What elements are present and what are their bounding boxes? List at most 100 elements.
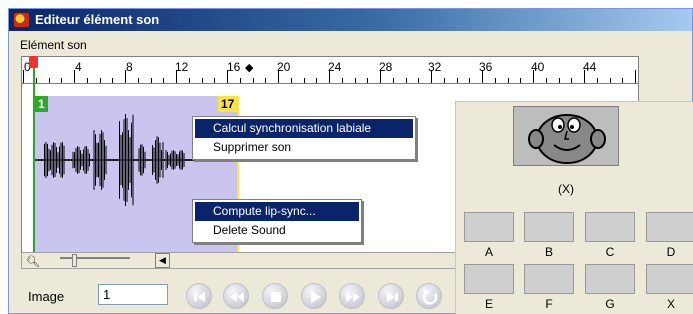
ruler-tick bbox=[545, 78, 547, 83]
ruler-tick bbox=[23, 70, 24, 83]
ruler-tick bbox=[112, 78, 114, 83]
stop-icon bbox=[271, 292, 281, 302]
ruler-tick bbox=[201, 78, 203, 83]
ruler-tick bbox=[520, 78, 522, 83]
ruler-tick bbox=[227, 70, 228, 83]
viseme-thumb-c[interactable] bbox=[585, 212, 635, 242]
viseme-label: C bbox=[605, 245, 615, 259]
ruler-tick bbox=[354, 78, 356, 83]
ruler-tick bbox=[571, 78, 573, 83]
menu-item-compute-lipsync-fr[interactable]: Calcul synchronisation labiale bbox=[195, 119, 413, 138]
ruler-tick bbox=[86, 78, 88, 83]
fast-forward-button[interactable] bbox=[339, 283, 365, 309]
start-frame-flag: 1 bbox=[35, 96, 48, 112]
ruler-tick bbox=[431, 70, 432, 83]
viseme-label: B bbox=[544, 245, 553, 259]
viseme-thumb-x[interactable] bbox=[646, 264, 693, 294]
ruler-tick bbox=[443, 78, 445, 83]
cartoon-face-icon bbox=[528, 114, 606, 164]
zoom-slider[interactable] bbox=[60, 257, 130, 265]
viseme-thumb-a[interactable] bbox=[464, 212, 514, 242]
zoom-slider-knob[interactable] bbox=[72, 254, 77, 267]
zoom-scroll-bar: 🔍︎ ◀ bbox=[21, 252, 461, 269]
ruler-tick bbox=[163, 78, 165, 83]
playhead-handle[interactable] bbox=[29, 56, 38, 68]
go-start-icon bbox=[194, 292, 205, 302]
ruler-tick bbox=[367, 78, 369, 83]
go-start-button[interactable] bbox=[186, 283, 212, 309]
ruler-label: 16 bbox=[227, 60, 241, 74]
title-bar: Editeur élément son bbox=[9, 9, 692, 31]
ruler-tick bbox=[456, 78, 458, 83]
ruler-tick bbox=[125, 70, 126, 83]
ruler-tick bbox=[35, 78, 37, 83]
play-icon bbox=[311, 291, 321, 303]
ruler-tick bbox=[494, 78, 496, 83]
ruler-label: 36 bbox=[479, 60, 493, 74]
ruler-tick bbox=[48, 78, 50, 83]
ruler-tick bbox=[507, 78, 509, 83]
ruler-label: 44 bbox=[583, 60, 597, 74]
ruler-tick bbox=[329, 70, 330, 83]
go-end-button[interactable] bbox=[378, 283, 404, 309]
go-end-icon bbox=[387, 292, 398, 302]
section-label: Elément son bbox=[20, 38, 87, 52]
ruler-tick bbox=[558, 78, 560, 83]
ruler-tick bbox=[150, 78, 152, 83]
ruler-label: 28 bbox=[379, 60, 393, 74]
viseme-label: X bbox=[666, 297, 675, 311]
ruler-tick bbox=[214, 78, 216, 83]
viseme-thumb-d[interactable] bbox=[646, 212, 693, 242]
playhead-line[interactable] bbox=[33, 56, 35, 252]
ruler-tick bbox=[316, 78, 318, 83]
loop-button[interactable] bbox=[416, 283, 442, 309]
ruler-label: 8 bbox=[126, 60, 133, 74]
ruler-tick bbox=[188, 78, 190, 83]
ruler-tick bbox=[596, 78, 598, 83]
play-button[interactable] bbox=[301, 283, 327, 309]
ruler-tick bbox=[533, 70, 534, 83]
playhead-marker-icon: ◆ bbox=[245, 62, 254, 74]
ruler-tick bbox=[609, 78, 611, 83]
ruler-tick bbox=[622, 78, 624, 83]
ruler-tick bbox=[341, 78, 343, 83]
menu-item-delete-sound[interactable]: Delete Sound bbox=[195, 221, 359, 240]
viseme-panel: (X) A B C D E F G X bbox=[455, 101, 693, 314]
ruler-label: 12 bbox=[175, 60, 189, 74]
ruler-tick bbox=[252, 78, 254, 83]
window-title: Editeur élément son bbox=[35, 12, 160, 27]
current-viseme-label: (X) bbox=[558, 182, 574, 196]
ruler-tick bbox=[482, 70, 483, 83]
loop-icon bbox=[422, 290, 438, 305]
stop-button[interactable] bbox=[262, 283, 288, 309]
menu-item-delete-sound-fr[interactable]: Supprimer son bbox=[195, 138, 413, 157]
viseme-thumb-f[interactable] bbox=[524, 264, 574, 294]
end-frame-flag: 17 bbox=[218, 96, 238, 112]
rewind-icon bbox=[230, 292, 244, 302]
image-frame-field[interactable] bbox=[98, 284, 168, 305]
ruler-label: 4 bbox=[75, 60, 82, 74]
rewind-button[interactable] bbox=[223, 283, 249, 309]
viseme-thumb-b[interactable] bbox=[524, 212, 574, 242]
ruler-tick bbox=[469, 78, 471, 83]
timeline-ruler[interactable]: 0 4 8 12 16 ◆ 20 24 28 32 36 40 44 bbox=[21, 56, 639, 84]
viseme-thumb-g[interactable] bbox=[585, 264, 635, 294]
ruler-tick bbox=[278, 70, 279, 83]
ruler-tick bbox=[635, 70, 636, 83]
ruler-tick bbox=[380, 70, 381, 83]
viseme-label: E bbox=[484, 297, 493, 311]
ruler-tick bbox=[584, 70, 585, 83]
ruler-tick bbox=[303, 78, 305, 83]
scroll-left-button[interactable]: ◀ bbox=[155, 253, 170, 268]
context-menu-fr: Calcul synchronisation labiale Supprimer… bbox=[192, 116, 416, 160]
app-icon bbox=[13, 12, 30, 28]
ruler-tick bbox=[392, 78, 394, 83]
ruler-label: 20 bbox=[277, 60, 291, 74]
zoom-icon: 🔍︎ bbox=[26, 256, 40, 268]
ruler-tick bbox=[405, 78, 407, 83]
ruler-tick bbox=[74, 70, 75, 83]
menu-item-compute-lipsync[interactable]: Compute lip-sync... bbox=[195, 202, 359, 221]
current-viseme-preview bbox=[513, 106, 619, 166]
viseme-thumb-e[interactable] bbox=[464, 264, 514, 294]
viseme-label: D bbox=[666, 245, 676, 259]
